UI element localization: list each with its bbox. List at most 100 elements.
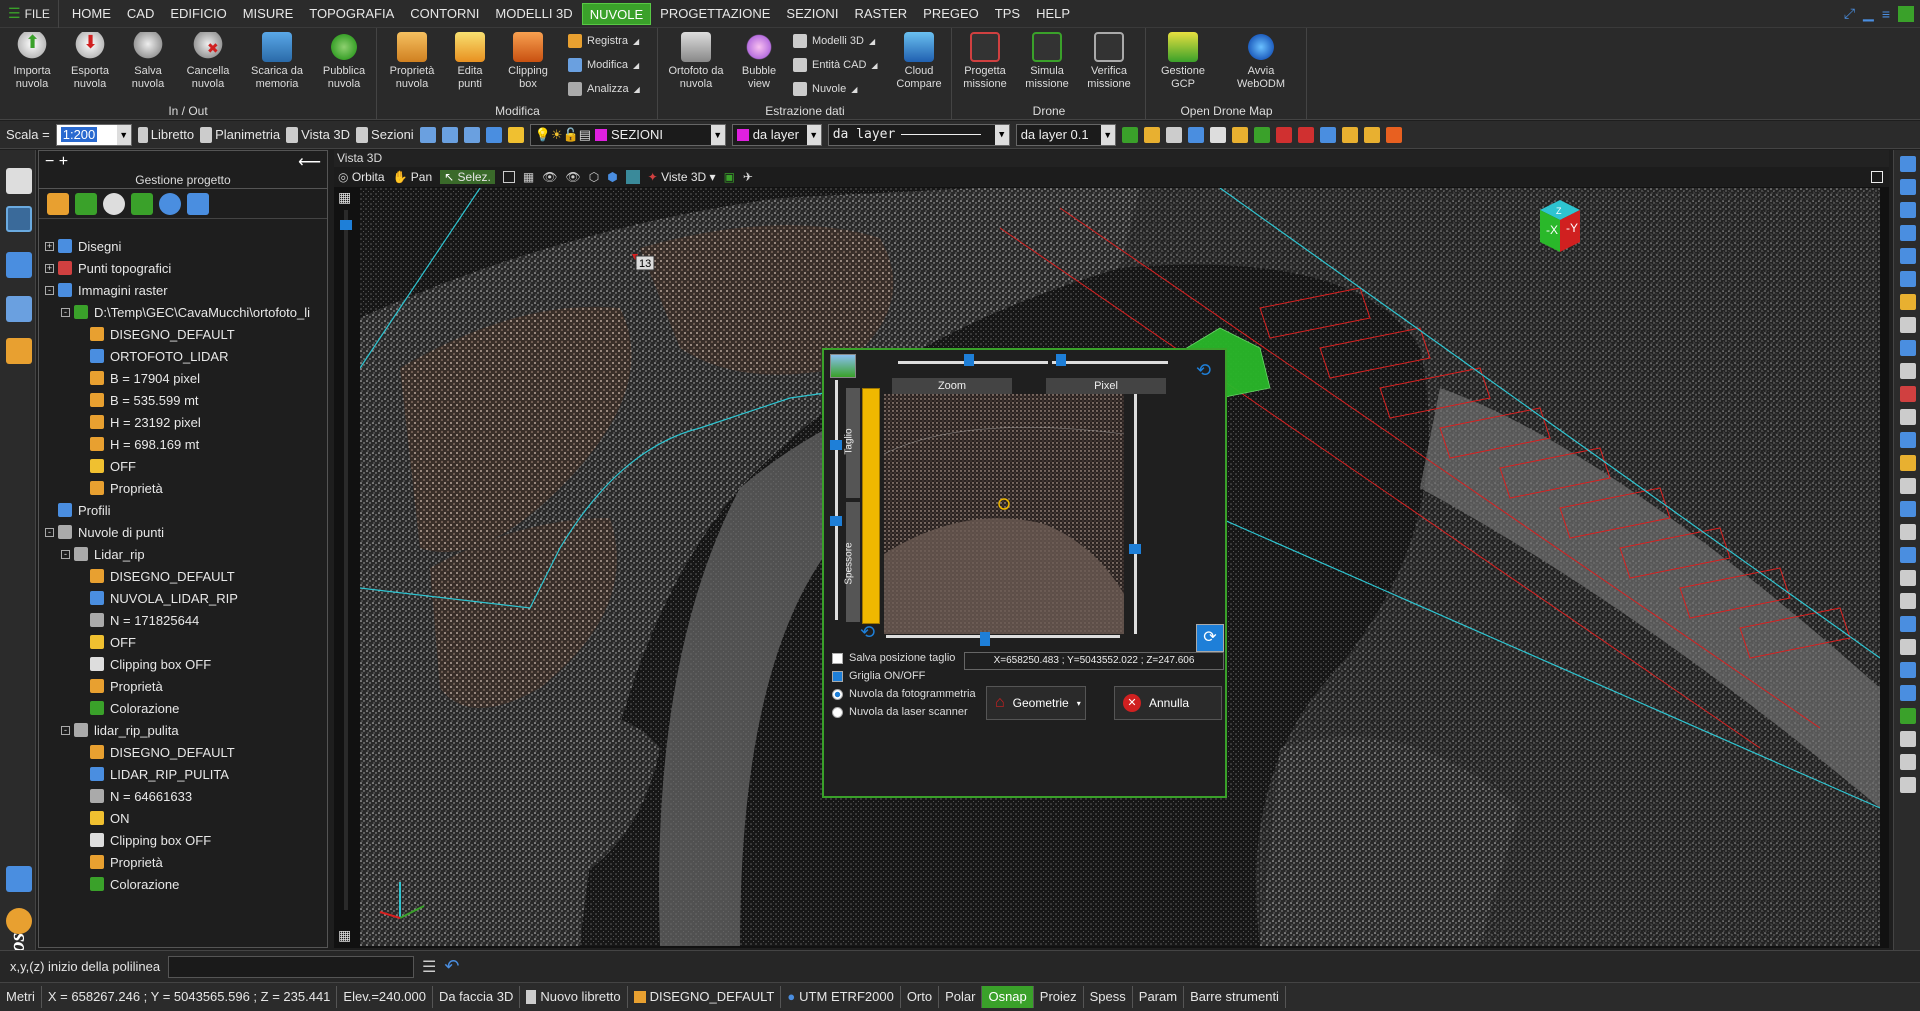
window-icon[interactable] [1898,5,1914,22]
bulb-icon[interactable] [507,126,524,143]
layer-stack-icon[interactable] [463,126,480,143]
plan-mission-button[interactable]: Progetta missione [957,32,1013,91]
libretto-status[interactable]: Nuovo libretto [520,986,628,1008]
menu-help[interactable]: HELP [1029,3,1077,25]
layers-stack-icon[interactable] [187,192,209,215]
right-tool-icon[interactable] [1900,501,1916,517]
tree-node[interactable]: - Nuvole di punti [39,521,329,543]
right-tool-icon[interactable] [1900,685,1916,701]
linetype-combo[interactable]: da layer ▼ [827,123,1010,146]
tree-node[interactable]: Proprietà [39,477,329,499]
clouds-button[interactable]: Nuvole ◢ [793,82,857,96]
tree-node[interactable]: N = 171825644 [39,609,329,631]
menu-topografia[interactable]: TOPOGRAFIA [302,3,401,25]
tree-node[interactable]: DISEGNO_DEFAULT [39,741,329,763]
pan-button[interactable]: ✋ Pan [393,170,433,184]
vista3d-toggle[interactable]: Vista 3D [286,126,350,143]
tree-node[interactable]: - Immagini raster [39,279,329,301]
right-tool-icon[interactable] [1900,156,1916,172]
tree-node[interactable]: OFF [39,631,329,653]
tree-node[interactable]: B = 535.599 mt [39,389,329,411]
analyze-button[interactable]: Analizza ◢ [568,82,640,96]
units-status[interactable]: Metri [0,986,42,1008]
select-button[interactable]: ↖ Selez. [440,170,495,184]
status-toggle-spess[interactable]: Spess [1084,986,1133,1008]
status-toggle-osnap[interactable]: Osnap [982,986,1034,1008]
cloud-arrow-icon[interactable] [1319,126,1336,143]
menu-contorni[interactable]: CONTORNI [403,3,486,25]
section-preview[interactable] [884,394,1124,634]
undo-icon[interactable]: ↶ [444,956,459,977]
tree-node[interactable]: OFF [39,455,329,477]
right-tool-icon[interactable] [1900,547,1916,563]
tree-node[interactable]: - D:\Temp\GEC\CavaMucchi\ortofoto_li [39,301,329,323]
right-tool-icon[interactable] [1900,731,1916,747]
import-cloud-button[interactable]: ⬆ Importa nuvola [4,32,60,91]
expander-icon[interactable]: - [45,527,54,537]
expander-icon[interactable]: + [45,263,54,273]
cube-active-icon[interactable] [625,170,640,184]
tree-node[interactable]: ON [39,807,329,829]
cancel-button[interactable]: ✕ Annulla [1114,686,1222,720]
flight-icon[interactable]: ✈ [743,170,753,184]
view-table-icon[interactable]: ▦ [338,928,354,944]
bubble-view-button[interactable]: Bubble view [731,32,787,91]
menu-home[interactable]: HOME [65,3,118,25]
views-3d-button[interactable]: ✦ Viste 3D ▾ [648,170,716,184]
right-tool-icon[interactable] [1900,202,1916,218]
register-button[interactable]: Registra ◢ [568,34,639,48]
right-vertical-slider[interactable] [1128,394,1144,634]
lineweight-combo[interactable]: da layer 0.1 ▼ [1015,123,1116,146]
layer-combo[interactable]: 💡 ☀ 🔓 ▤ SEZIONI ▼ [529,123,726,146]
cloud-tool-icon[interactable] [1253,126,1270,143]
refresh-icon[interactable] [159,192,181,215]
notes-icon[interactable] [6,168,32,194]
tree-node[interactable]: - lidar_rip_pulita [39,719,329,741]
right-tool-icon[interactable] [1900,754,1916,770]
right-tool-icon[interactable] [1900,363,1916,379]
tree-node[interactable]: Proprietà [39,675,329,697]
box-icon[interactable] [502,171,515,183]
menu-modelli-3d[interactable]: MODELLI 3D [488,3,579,25]
menu-cad[interactable]: CAD [120,3,161,25]
photo-cloud-radio[interactable]: Nuvola da fotogrammetria [832,688,976,700]
geometries-button[interactable]: ⌂ Geometrie ▾ [986,686,1086,720]
menu-icon[interactable]: ≡ [1882,6,1890,22]
tool-b-icon[interactable] [1363,126,1380,143]
tree-node[interactable]: DISEGNO_DEFAULT [39,323,329,345]
elevation-status[interactable]: Elev.=240.000 [337,986,433,1008]
status-toggle-barre-strumenti[interactable]: Barre strumenti [1184,986,1286,1008]
minimize-icon[interactable]: ▁ [1863,5,1874,22]
models-3d-button[interactable]: Modelli 3D ◢ [793,34,875,48]
status-toggle-orto[interactable]: Orto [901,986,940,1008]
tree-node[interactable]: DISEGNO_DEFAULT [39,565,329,587]
right-tool-icon[interactable] [1900,386,1916,402]
copy-icon[interactable] [1209,126,1226,143]
open-icon[interactable] [1143,126,1160,143]
file-menu[interactable]: ☰ FILE [0,0,59,28]
ruler-icon[interactable] [47,192,69,215]
tool-a-icon[interactable] [1341,126,1358,143]
save-cut-checkbox[interactable]: Salva posizione taglio [832,652,955,664]
right-tool-icon[interactable] [1900,317,1916,333]
zoom-slider[interactable] [898,354,1048,374]
eye-alt-icon[interactable]: 👁 [565,170,580,184]
cloud-red-icon[interactable] [1275,126,1292,143]
panel-collapse-icon[interactable]: − + [45,153,68,171]
export-cloud-button[interactable]: ⬇ Esporta nuvola [62,32,118,91]
command-input[interactable] [168,955,415,978]
grid-icon[interactable]: ▦ [523,170,534,184]
menu-pregeo[interactable]: PREGEO [916,3,986,25]
right-tool-icon[interactable] [1900,225,1916,241]
right-tool-icon[interactable] [1900,708,1916,724]
menu-nuvole[interactable]: NUVOLE [581,2,652,25]
tree-node[interactable]: ORTOFOTO_LIDAR [39,345,329,367]
tree-node[interactable]: B = 17904 pixel [39,367,329,389]
save-icon[interactable] [1165,126,1182,143]
right-tool-icon[interactable] [1900,570,1916,586]
project-panel-icon[interactable] [6,206,32,232]
gcp-management-button[interactable]: Gestione GCP [1155,32,1211,91]
menu-progettazione[interactable]: PROGETTAZIONE [653,3,777,25]
command-list-icon[interactable]: ☰ [422,957,436,977]
delete-cloud-button[interactable]: ✖ Cancella nuvola [180,32,236,91]
